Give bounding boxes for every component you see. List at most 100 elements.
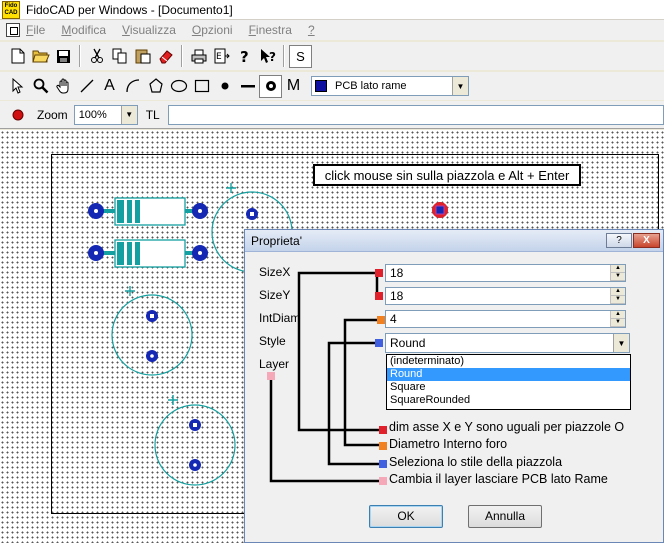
intdiam-description: Diametro Interno foro [389,437,508,451]
spin-up-icon[interactable]: ▲ [611,265,625,273]
svg-text:E: E [216,52,222,62]
pcb-pad-icon[interactable] [259,74,282,98]
dialog-help-button[interactable]: ? [606,233,632,248]
style-marker [379,460,387,468]
sizex-spinner[interactable]: ▲ ▼ [610,265,625,281]
layer-select[interactable]: PCB lato rame ▼ [311,76,469,96]
line-tool-icon[interactable] [75,75,98,98]
zoom-select[interactable]: 100% ▼ [73,104,138,125]
pointer-arrow-icon[interactable] [6,75,29,98]
bezier-tool-icon[interactable] [121,75,144,98]
rectangle-tool-icon[interactable] [190,75,213,98]
open-folder-icon[interactable] [29,45,52,68]
style-dropdown-list: (indeterminato) Round Square SquareRound… [386,354,631,410]
style-select[interactable]: Round ▼ [385,333,630,353]
style-option[interactable]: (indeterminato) [387,355,630,368]
spin-down-icon[interactable]: ▼ [611,273,625,281]
menu-bar: File Modifica Visualizza Opzioni Finestr… [0,20,664,40]
size-marker [379,426,387,434]
sizex-input[interactable]: 18 ▲ ▼ [385,264,626,282]
sizey-label: SizeY [259,288,291,302]
selected-pad[interactable] [432,202,448,218]
menu-finestra[interactable]: Finestra [249,23,292,37]
print-icon[interactable] [187,45,210,68]
record-icon[interactable] [6,103,29,126]
style-select-value: Round [390,336,426,350]
instruction-note: click mouse sin sulla piazzola e Alt + E… [313,164,581,186]
layer-description: Cambia il layer lasciare PCB lato Rame [389,472,608,486]
text-tool-button[interactable]: A [98,75,121,98]
dialog-close-button[interactable]: X [633,233,660,248]
menu-modifica[interactable]: Modifica [61,23,106,37]
sizey-value: 18 [390,289,404,303]
zoom-select-value: 100% [78,108,107,121]
dialog-title: Proprieta' [251,233,302,248]
intdiam-value: 4 [390,312,397,326]
chevron-down-icon[interactable]: ▼ [452,77,468,95]
help-icon[interactable]: ? [233,45,256,68]
resistor-footprint[interactable] [88,197,208,226]
size-marker [375,269,383,277]
intdiam-label: IntDiam [259,311,301,325]
spin-down-icon[interactable]: ▼ [611,319,625,327]
layer-label: Layer [259,357,290,371]
intdiam-marker [377,316,385,324]
size-marker [375,292,383,300]
menu-visualizza[interactable]: Visualizza [122,23,176,37]
connection-dot-icon[interactable] [213,75,236,98]
polygon-tool-icon[interactable] [144,75,167,98]
cut-icon[interactable] [85,45,108,68]
toolbar-separator [283,45,285,67]
draw-toolbar: A M PCB lato rame ▼ [0,72,664,100]
toolbar-separator [181,45,183,67]
spin-down-icon[interactable]: ▼ [611,296,625,304]
cancel-button[interactable]: Annulla [468,505,542,528]
title-bar: Fido CAD FidoCAD per Windows - [Document… [0,0,664,20]
layer-select-value: PCB lato rame [335,80,407,92]
window-title: FidoCAD per Windows - [Documento1] [26,2,233,17]
snap-toggle-button[interactable]: S [289,44,312,68]
style-option[interactable]: SquareRounded [387,394,630,407]
context-help-icon[interactable]: ? [256,45,279,68]
pcb-track-icon[interactable] [236,75,259,98]
document-system-menu-icon[interactable] [6,23,20,37]
layer-marker [379,477,387,485]
spin-up-icon[interactable]: ▲ [611,288,625,296]
chevron-down-icon[interactable]: ▼ [613,334,629,352]
style-label: Style [259,334,286,348]
pan-hand-icon[interactable] [52,75,75,98]
layer-color-swatch [315,80,327,92]
intdiam-input[interactable]: 4 ▲ ▼ [385,310,626,328]
style-option-selected[interactable]: Round [387,368,630,381]
style-option[interactable]: Square [387,381,630,394]
menu-help[interactable]: ? [308,23,315,37]
capacitor-footprint[interactable] [154,395,236,486]
new-file-icon[interactable] [6,45,29,68]
ok-button[interactable]: OK [369,505,443,528]
sizey-input[interactable]: 18 ▲ ▼ [385,287,626,305]
macro-tool-button[interactable]: M [282,75,305,98]
ellipse-tool-icon[interactable] [167,75,190,98]
dialog-title-bar: Proprieta' ? X [245,230,663,252]
save-icon[interactable] [52,45,75,68]
svg-text:?: ? [269,50,276,64]
resistor-footprint[interactable] [88,239,208,268]
tl-input[interactable] [167,104,664,125]
chevron-down-icon[interactable]: ▼ [120,105,137,124]
capacitor-footprint[interactable] [111,286,193,376]
eraser-icon[interactable] [154,45,177,68]
sizey-spinner[interactable]: ▲ ▼ [610,288,625,304]
zoom-magnifier-icon[interactable] [29,75,52,98]
zoom-label: Zoom [37,107,68,122]
menu-file[interactable]: File [26,23,45,37]
copy-icon[interactable] [108,45,131,68]
paste-icon[interactable] [131,45,154,68]
file-toolbar: E ? ? S [0,42,664,70]
intdiam-spinner[interactable]: ▲ ▼ [610,311,625,327]
style-marker [375,339,383,347]
svg-text:?: ? [240,48,249,64]
menu-opzioni[interactable]: Opzioni [192,23,233,37]
export-icon[interactable]: E [210,45,233,68]
intdiam-marker [379,442,387,450]
spin-up-icon[interactable]: ▲ [611,311,625,319]
